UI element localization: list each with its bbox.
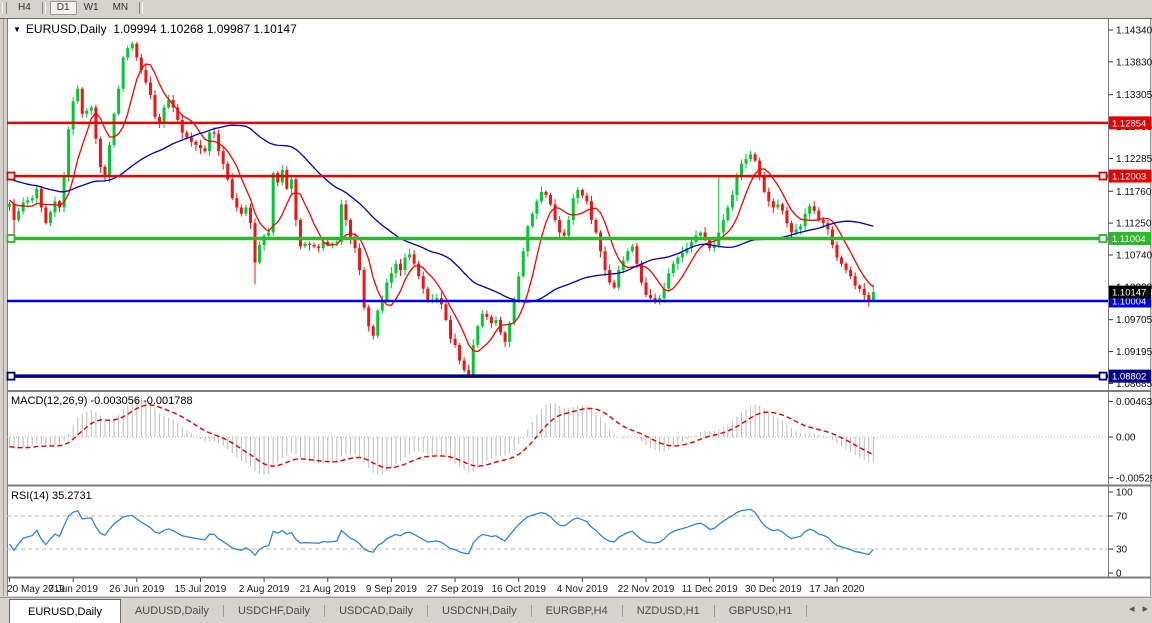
date-tick-label: 9 Sep 2019 [366,584,418,595]
level-handle[interactable] [1100,235,1107,242]
tab-usdchf[interactable]: USDCHF,Daily [224,598,324,623]
toolbar-separator [139,2,143,14]
price-tick-label: 1.14340 [1116,26,1152,37]
level-handle[interactable] [8,235,15,242]
tab-scroll-right-icon[interactable]: ▸ [1142,602,1148,615]
price-badge-label: 1.10147 [1112,288,1146,299]
date-tick-label: 16 Oct 2019 [491,584,546,595]
tab-eurusd[interactable]: EURUSD,Daily [9,599,121,623]
chart-window[interactable]: 1.143401.138301.133051.127951.122851.117… [0,16,1152,597]
tab-gbpusd[interactable]: GBPUSD,H1 [715,598,807,623]
price-tick-label: 1.09195 [1116,347,1152,358]
rsi-tick-label: 70 [1116,512,1128,523]
date-tick-label: 22 Nov 2019 [618,584,675,595]
price-tick-label: 1.11760 [1116,187,1152,198]
price-badge-label: 1.08802 [1112,372,1146,383]
macd-tick-label: -0.005299 [1116,473,1152,484]
date-tick-label: 7 Jun 2019 [48,584,98,595]
tab-scroll-left-icon[interactable]: ◂ [1129,602,1135,615]
macd-tick-label: 0.00463 [1116,397,1152,408]
date-tick-label: 27 Sep 2019 [427,584,484,595]
price-tick-label: 1.10740 [1116,251,1152,262]
date-tick-label: 21 Aug 2019 [300,584,357,595]
toolbar-separator [42,2,46,14]
price-badge-label: 1.11004 [1112,234,1146,245]
timeframe-button-mn[interactable]: MN [106,1,136,15]
timeframe-buttons: H4 D1W1MN [11,1,147,15]
level-handle[interactable] [8,173,15,180]
date-tick-label: 4 Nov 2019 [557,584,609,595]
price-tick-label: 1.12285 [1116,154,1152,165]
level-handle[interactable] [8,373,15,380]
price-tick-label: 1.11250 [1116,219,1152,230]
level-handle[interactable] [1100,373,1107,380]
level-handle[interactable] [1100,173,1107,180]
toolbar-grip-icon [2,2,7,14]
timeframe-button-w1[interactable]: W1 [77,1,106,15]
tab-usdcnh[interactable]: USDCNH,Daily [428,598,531,623]
timeframe-button-d1[interactable]: D1 [50,1,77,15]
macd-tick-label: 0.00 [1116,433,1136,444]
date-tick-label: 2 Aug 2019 [239,584,290,595]
tab-audusd[interactable]: AUDUSD,Daily [121,598,223,623]
date-tick-label: 30 Dec 2019 [745,584,802,595]
timeframe-button-h4[interactable]: H4 [11,1,38,15]
tab-nzdusd[interactable]: NZDUSD,H1 [623,598,714,623]
price-tick-label: 1.13830 [1116,57,1152,68]
date-tick-label: 26 Jun 2019 [109,584,164,595]
rsi-tick-label: 30 [1116,545,1128,556]
symbol-tabbar: EURUSD,DailyAUDUSD,DailyUSDCHF,DailyUSDC… [0,597,1152,623]
tab-usdcad[interactable]: USDCAD,Daily [325,598,427,623]
timeframe-toolbar: H4 D1W1MN [0,0,1152,16]
price-tick-label: 1.13305 [1116,90,1152,101]
price-badge-label: 1.12854 [1112,118,1146,129]
date-tick-label: 17 Jan 2020 [809,584,864,595]
symbol-tabs: EURUSD,DailyAUDUSD,DailyUSDCHF,DailyUSDC… [0,598,807,623]
rsi-tick-label: 0 [1116,569,1122,580]
tab-eurgbp[interactable]: EURGBP,H4 [532,598,622,623]
price-tick-label: 1.09705 [1116,315,1152,326]
price-badge-label: 1.12003 [1112,172,1146,183]
rsi-tick-label: 100 [1116,488,1133,499]
date-tick-label: 11 Dec 2019 [682,584,738,595]
date-tick-label: 15 Jul 2019 [175,584,227,595]
tab-separator [806,605,807,617]
tab-scroll-arrows: ◂ ▸ [1129,602,1148,615]
